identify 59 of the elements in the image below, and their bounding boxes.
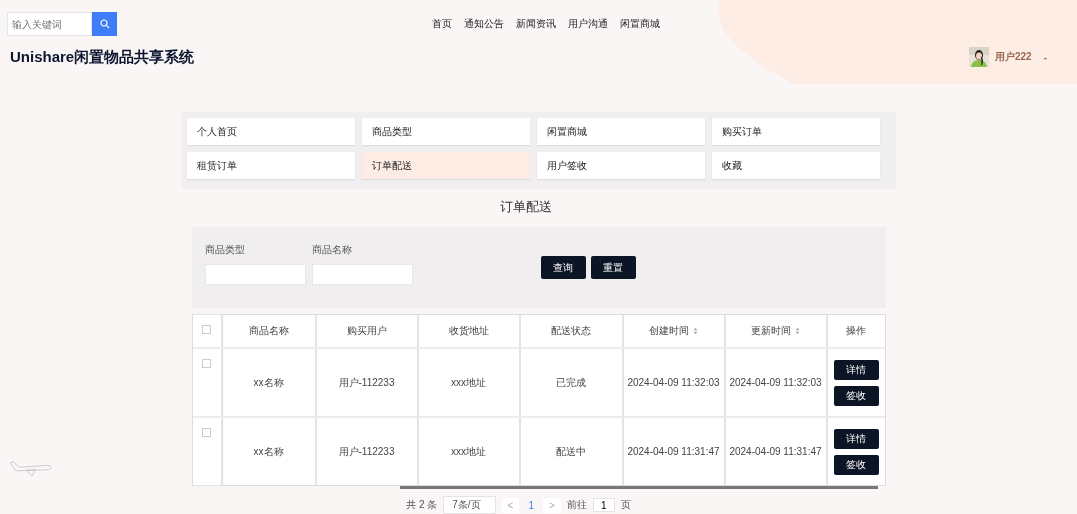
menu-item[interactable]: 租赁订单 <box>186 152 355 179</box>
menu-item[interactable]: 个人首页 <box>186 118 355 145</box>
details-button[interactable]: 详情 <box>833 359 879 380</box>
menu-item[interactable]: 用户签收 <box>536 152 705 179</box>
column-header[interactable]: 购买用户 <box>346 324 387 338</box>
search-icon <box>99 19 110 29</box>
table-cell: 用户-112233 <box>338 444 395 459</box>
table-cell: xx名称 <box>253 375 284 390</box>
table-cell: 2024-04-09 11:31:47 <box>627 446 720 457</box>
reset-button[interactable]: 重置 <box>590 256 636 279</box>
menu-item[interactable]: 订单配送 <box>361 152 530 179</box>
nav-link[interactable]: 用户沟通 <box>568 17 608 31</box>
table-cell: 2024-04-09 11:31:47 <box>729 446 822 457</box>
page-suffix: 页 <box>620 498 631 512</box>
sign-button[interactable]: 签收 <box>833 454 879 475</box>
checkbox[interactable] <box>202 428 211 437</box>
table-cell: 配送中 <box>556 444 586 459</box>
menu-item[interactable]: 购买订单 <box>711 118 880 145</box>
nav-link[interactable]: 通知公告 <box>464 17 504 31</box>
sign-button[interactable]: 签收 <box>833 385 879 406</box>
airplane-drawing <box>8 460 54 478</box>
nav-link[interactable]: 新闻资讯 <box>516 17 556 31</box>
page-title: 订单配送 <box>500 198 552 216</box>
page-size-select[interactable]: 7条/页 <box>443 496 496 514</box>
nav-link[interactable]: 闲置商城 <box>620 17 660 31</box>
table-cell: 用户-112233 <box>338 375 395 390</box>
page-input[interactable]: 1 <box>592 498 615 512</box>
field-label: 商品名称 <box>311 243 353 257</box>
table-cell: 2024-04-09 11:32:03 <box>729 377 822 388</box>
total-count: 共 2 条 <box>406 498 438 512</box>
table-cell: 已完成 <box>556 375 586 390</box>
sort-icon[interactable] <box>795 327 800 335</box>
search-button[interactable]: 查询 <box>540 256 586 279</box>
sort-icon[interactable] <box>693 327 698 335</box>
table-cell: xxx地址 <box>451 444 486 459</box>
field-label: 商品类型 <box>204 243 246 257</box>
column-header[interactable]: 配送状态 <box>551 324 591 338</box>
site-title: Unishare闲置物品共享系统 <box>10 47 195 67</box>
column-header[interactable]: 操作 <box>846 324 866 338</box>
column-header[interactable]: 更新时间 <box>751 324 791 338</box>
checkbox[interactable] <box>202 325 211 334</box>
search-button[interactable] <box>92 12 117 36</box>
table-cell: xx名称 <box>253 444 284 459</box>
table-cell: 2024-04-09 11:32:03 <box>627 377 720 388</box>
scrollbar[interactable] <box>400 486 878 489</box>
search-field[interactable]: 输入关键词 <box>7 12 92 36</box>
checkbox[interactable] <box>202 359 211 368</box>
menu-item[interactable]: 商品类型 <box>361 118 530 145</box>
table-cell: xxx地址 <box>451 375 486 390</box>
column-header[interactable]: 收货地址 <box>448 324 489 338</box>
menu-item[interactable]: 收藏 <box>711 152 880 179</box>
column-header[interactable]: 商品名称 <box>248 324 289 338</box>
user-name[interactable]: 用户222 <box>994 50 1032 64</box>
page-number[interactable]: 1 <box>525 497 537 513</box>
menu-item[interactable]: 闲置商城 <box>536 118 705 145</box>
nav-link[interactable]: 首页 <box>432 17 452 31</box>
details-button[interactable]: 详情 <box>833 428 879 449</box>
goto-label: 前往 <box>566 498 587 512</box>
column-header[interactable]: 创建时间 <box>649 324 689 338</box>
